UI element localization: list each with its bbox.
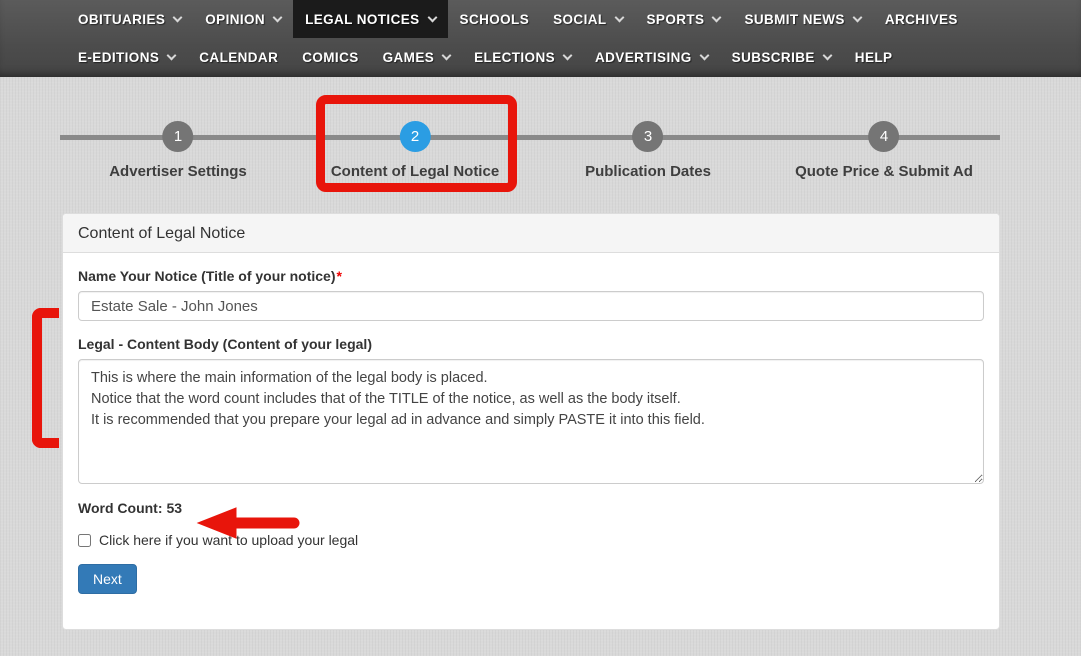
chevron-down-icon	[563, 50, 573, 60]
nav-item-elections[interactable]: ELECTIONS	[462, 38, 583, 76]
nav-item-label: CALENDAR	[199, 50, 278, 65]
word-count-label: Word Count:	[78, 500, 163, 516]
nav-item-label: SUBSCRIBE	[732, 50, 815, 65]
nav-item-label: GAMES	[383, 50, 435, 65]
chevron-down-icon	[173, 12, 183, 22]
chevron-down-icon	[614, 12, 624, 22]
main-nav: OBITUARIES OPINION LEGAL NOTICES SCHOOLS…	[0, 0, 1081, 77]
nav-item-label: ELECTIONS	[474, 50, 555, 65]
nav-item-legal-notices[interactable]: LEGAL NOTICES	[293, 0, 447, 38]
word-count: Word Count:53	[78, 500, 984, 516]
step-4-circle: 4	[868, 121, 899, 152]
upload-legal-checkbox-row[interactable]: Click here if you want to upload your le…	[78, 532, 984, 548]
panel-title: Content of Legal Notice	[63, 214, 999, 253]
nav-item-games[interactable]: GAMES	[371, 38, 463, 76]
step-3-publication-dates[interactable]: 3 Publication Dates	[585, 121, 711, 180]
nav-item-social[interactable]: SOCIAL	[541, 0, 634, 38]
step-2-label: Content of Legal Notice	[331, 163, 499, 180]
required-asterisk: *	[336, 268, 341, 284]
nav-item-label: COMICS	[302, 50, 358, 65]
next-button[interactable]: Next	[78, 564, 137, 594]
step-2-content-of-legal-notice[interactable]: 2 Content of Legal Notice	[331, 121, 499, 180]
nav-item-label: SPORTS	[647, 12, 705, 27]
nav-row-1: OBITUARIES OPINION LEGAL NOTICES SCHOOLS…	[0, 0, 1081, 38]
chevron-down-icon	[427, 12, 437, 22]
step-1-advertiser-settings[interactable]: 1 Advertiser Settings	[109, 121, 247, 180]
nav-item-calendar[interactable]: CALENDAR	[187, 38, 290, 76]
word-count-value: 53	[167, 500, 183, 516]
nav-item-e-editions[interactable]: E-EDITIONS	[66, 38, 187, 76]
upload-legal-checkbox[interactable]	[78, 534, 91, 547]
notice-title-label: Name Your Notice (Title of your notice)*	[78, 268, 984, 284]
notice-title-label-text: Name Your Notice (Title of your notice)	[78, 268, 335, 284]
upload-legal-checkbox-label: Click here if you want to upload your le…	[99, 532, 358, 548]
chevron-down-icon	[273, 12, 283, 22]
nav-item-label: ARCHIVES	[885, 12, 958, 27]
nav-item-label: E-EDITIONS	[78, 50, 159, 65]
nav-item-subscribe[interactable]: SUBSCRIBE	[720, 38, 843, 76]
nav-item-sports[interactable]: SPORTS	[635, 0, 733, 38]
chevron-down-icon	[442, 50, 452, 60]
legal-body-label: Legal - Content Body (Content of your le…	[78, 336, 984, 352]
nav-item-label: OPINION	[205, 12, 265, 27]
chevron-down-icon	[852, 12, 862, 22]
nav-item-label: OBITUARIES	[78, 12, 165, 27]
nav-item-submit-news[interactable]: SUBMIT NEWS	[732, 0, 872, 38]
annotation-bracket-fields	[32, 308, 59, 448]
nav-item-label: SCHOOLS	[460, 12, 530, 27]
chevron-down-icon	[822, 50, 832, 60]
chevron-down-icon	[699, 50, 709, 60]
nav-item-archives[interactable]: ARCHIVES	[873, 0, 970, 38]
nav-row-2: E-EDITIONS CALENDAR COMICS GAMES ELECTIO…	[0, 38, 1081, 76]
notice-title-input[interactable]	[78, 291, 984, 321]
step-3-label: Publication Dates	[585, 163, 711, 180]
nav-item-label: LEGAL NOTICES	[305, 12, 419, 27]
step-2-circle: 2	[400, 121, 431, 152]
step-4-quote-price-submit-ad[interactable]: 4 Quote Price & Submit Ad	[795, 121, 973, 180]
content-of-legal-notice-panel: Content of Legal Notice Name Your Notice…	[62, 213, 1000, 630]
panel-body: Name Your Notice (Title of your notice)*…	[63, 253, 999, 594]
step-3-circle: 3	[632, 121, 663, 152]
nav-item-label: ADVERTISING	[595, 50, 692, 65]
chevron-down-icon	[712, 12, 722, 22]
nav-item-label: HELP	[855, 50, 893, 65]
wizard-stepper: 1 Advertiser Settings 2 Content of Legal…	[0, 77, 1081, 207]
nav-item-label: SOCIAL	[553, 12, 606, 27]
nav-item-obituaries[interactable]: OBITUARIES	[66, 0, 193, 38]
step-4-label: Quote Price & Submit Ad	[795, 163, 973, 180]
nav-item-schools[interactable]: SCHOOLS	[448, 0, 542, 38]
nav-item-opinion[interactable]: OPINION	[193, 0, 293, 38]
legal-body-textarea[interactable]: This is where the main information of th…	[78, 359, 984, 484]
step-1-label: Advertiser Settings	[109, 163, 247, 180]
nav-item-help[interactable]: HELP	[843, 38, 905, 76]
step-1-circle: 1	[162, 121, 193, 152]
nav-item-label: SUBMIT NEWS	[744, 12, 844, 27]
chevron-down-icon	[167, 50, 177, 60]
nav-item-advertising[interactable]: ADVERTISING	[583, 38, 720, 76]
nav-item-comics[interactable]: COMICS	[290, 38, 370, 76]
